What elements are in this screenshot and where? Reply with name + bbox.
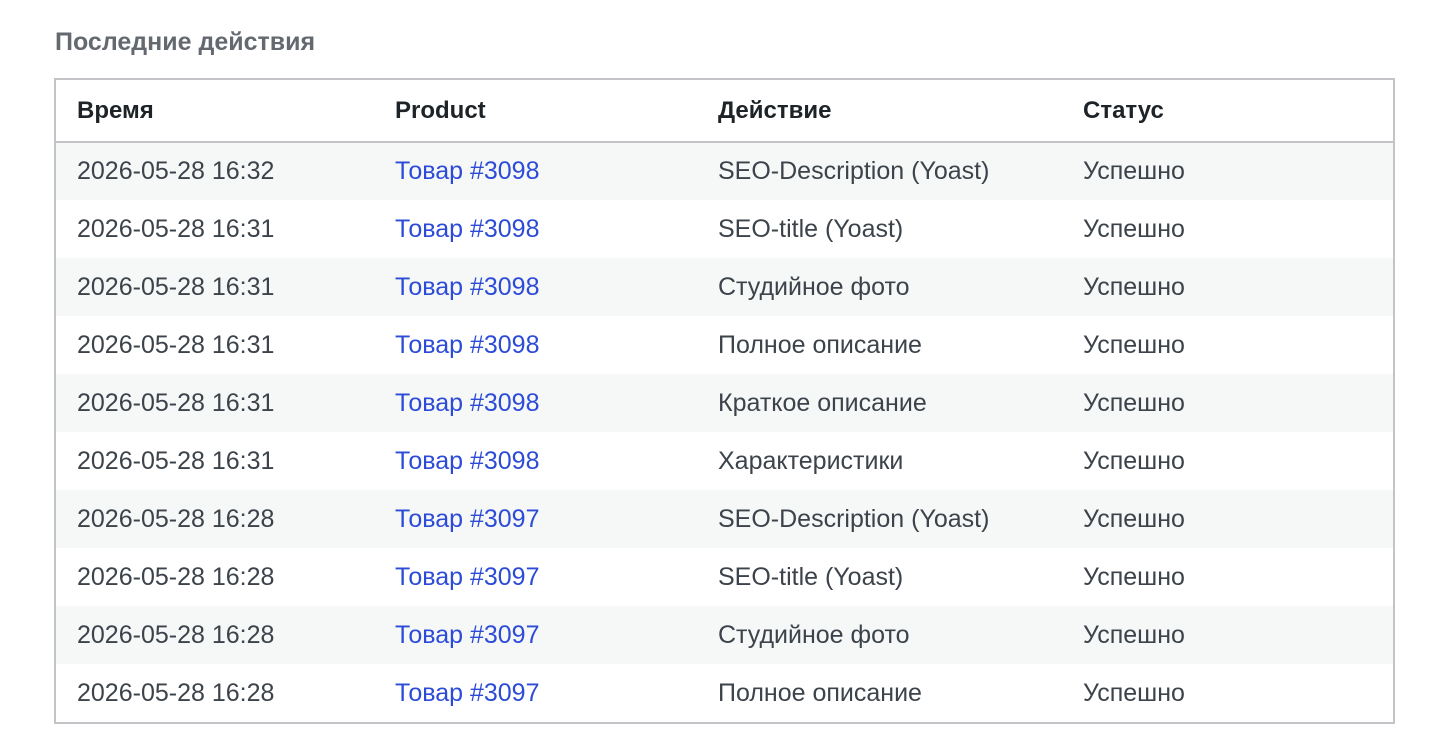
- action-cell: SEO-title (Yoast): [718, 214, 904, 243]
- time-cell: 2026-05-28 16:31: [77, 214, 275, 243]
- product-cell: Товар #3098: [374, 374, 697, 432]
- time-cell: 2026-05-28 16:31: [77, 446, 275, 475]
- product-cell: Товар #3098: [374, 432, 697, 490]
- action-cell: SEO-title (Yoast): [718, 562, 904, 591]
- product-link[interactable]: Товар #3097: [395, 563, 540, 591]
- section-title: Последние действия: [55, 28, 316, 56]
- product-cell: Товар #3098: [374, 142, 697, 200]
- status-cell: Успешно: [1083, 446, 1185, 475]
- action-cell: SEO-Description (Yoast): [718, 504, 990, 533]
- activity-table: Время Product Действие Статус 2026-05-28…: [56, 80, 1393, 722]
- table-row: 2026-05-28 16:28 Товар #3097 Полное описан…: [56, 664, 1393, 722]
- product-cell: Товар #3097: [374, 490, 697, 548]
- table-row: 2026-05-28 16:31 Товар #3098 Студийное фот…: [56, 258, 1393, 316]
- time-cell: 2026-05-28 16:32: [77, 157, 275, 185]
- status-cell: Успешно: [1083, 157, 1185, 185]
- time-cell: 2026-05-28 16:31: [77, 272, 275, 301]
- action-cell: Краткое описание: [718, 388, 927, 417]
- product-cell: Товар #3097: [374, 664, 697, 722]
- time-cell: 2026-05-28 16:28: [77, 504, 275, 533]
- column-header-status: Статус: [1062, 80, 1393, 143]
- table-body: 2026-05-28 16:32 Товар #3098 SEO-Descripti…: [56, 142, 1393, 722]
- table-row: 2026-05-28 16:31 Товар #3098 Характеристик…: [56, 432, 1393, 490]
- table-row: 2026-05-28 16:31 Товар #3098 SEO-title (Yo…: [56, 200, 1393, 258]
- table-row: 2026-05-28 16:28 Товар #3097 SEO-Descripti…: [56, 490, 1393, 548]
- time-cell: 2026-05-28 16:28: [77, 620, 275, 649]
- column-header-time: Время: [56, 80, 374, 143]
- header-row: Время Product Действие Статус: [56, 80, 1393, 143]
- action-cell: Студийное фото: [718, 620, 910, 649]
- product-link[interactable]: Товар #3098: [395, 389, 540, 417]
- product-cell: Товар #3098: [374, 316, 697, 374]
- product-cell: Товар #3098: [374, 258, 697, 316]
- recent-actions-table: Время Product Действие Статус 2026-05-28…: [54, 78, 1395, 724]
- status-cell: Успешно: [1083, 330, 1185, 359]
- action-cell: Характеристики: [718, 446, 904, 475]
- product-cell: Товар #3097: [374, 548, 697, 606]
- product-link[interactable]: Товар #3098: [395, 273, 540, 301]
- table-header: Время Product Действие Статус: [56, 80, 1393, 143]
- product-link[interactable]: Товар #3098: [395, 215, 540, 243]
- table-row: 2026-05-28 16:28 Товар #3097 SEO-title (Yo…: [56, 548, 1393, 606]
- status-cell: Успешно: [1083, 562, 1185, 591]
- column-header-action: Действие: [697, 80, 1062, 143]
- time-cell: 2026-05-28 16:28: [77, 678, 275, 707]
- status-cell: Успешно: [1083, 272, 1185, 301]
- time-cell: 2026-05-28 16:31: [77, 388, 275, 417]
- product-link[interactable]: Товар #3097: [395, 621, 540, 649]
- action-cell: Студийное фото: [718, 272, 910, 301]
- action-cell: Полное описание: [718, 678, 922, 707]
- time-cell: 2026-05-28 16:28: [77, 562, 275, 591]
- table-row: 2026-05-28 16:28 Товар #3097 Студийное фот…: [56, 606, 1393, 664]
- product-link[interactable]: Товар #3098: [395, 157, 540, 185]
- product-cell: Товар #3098: [374, 200, 697, 258]
- product-link[interactable]: Товар #3097: [395, 505, 540, 533]
- time-cell: 2026-05-28 16:31: [77, 330, 275, 359]
- status-cell: Успешно: [1083, 214, 1185, 243]
- status-cell: Успешно: [1083, 388, 1185, 417]
- product-cell: Товар #3097: [374, 606, 697, 664]
- table-row: 2026-05-28 16:31 Товар #3098 Полное описан…: [56, 316, 1393, 374]
- product-link[interactable]: Товар #3098: [395, 331, 540, 359]
- product-link[interactable]: Товар #3097: [395, 679, 540, 707]
- table-row: 2026-05-28 16:31 Товар #3098 Краткое описа…: [56, 374, 1393, 432]
- status-cell: Успешно: [1083, 678, 1185, 707]
- action-cell: SEO-Description (Yoast): [718, 157, 990, 185]
- status-cell: Успешно: [1083, 504, 1185, 533]
- product-link[interactable]: Товар #3098: [395, 447, 540, 475]
- status-cell: Успешно: [1083, 620, 1185, 649]
- table-row: 2026-05-28 16:32 Товар #3098 SEO-Descripti…: [56, 142, 1393, 200]
- action-cell: Полное описание: [718, 330, 922, 359]
- column-header-product: Product: [374, 80, 697, 143]
